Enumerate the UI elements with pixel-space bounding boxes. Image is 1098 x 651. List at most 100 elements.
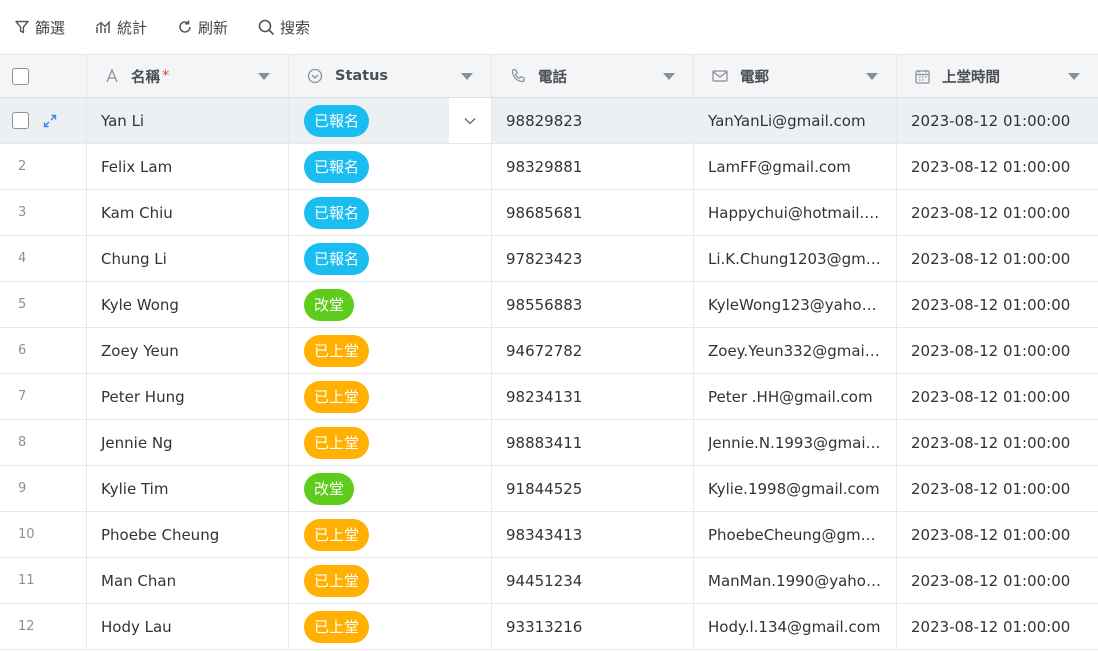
cell-status[interactable]: 已報名 [289,190,492,235]
table-row[interactable]: 5 Kyle Wong 改堂 98556883 KyleWong123@yahoo...… [0,282,1098,328]
row-select-cell[interactable]: 6 [0,328,87,373]
row-select-cell[interactable] [0,98,87,143]
cell-name[interactable]: Jennie Ng [87,420,289,465]
cell-time[interactable]: 2023-08-12 01:00:00 [897,374,1098,419]
cell-phone[interactable]: 98556883 [492,282,694,327]
cell-phone[interactable]: 98329881 [492,144,694,189]
table-row[interactable]: 4 Chung Li 已報名 97823423 Li.K.Chung1203@gmail… [0,236,1098,282]
refresh-button[interactable]: 刷新 [177,17,228,38]
table-row[interactable]: 10 Phoebe Cheung 已上堂 98343413 PhoebeCheung@g… [0,512,1098,558]
cell-status[interactable]: 改堂 [289,282,492,327]
cell-time[interactable]: 2023-08-12 01:00:00 [897,466,1098,511]
caret-down-icon[interactable] [866,73,878,80]
cell-name[interactable]: Chung Li [87,236,289,281]
cell-phone[interactable]: 94672782 [492,328,694,373]
cell-status[interactable]: 改堂 [289,466,492,511]
cell-status[interactable]: 已報名 [289,98,492,143]
cell-name[interactable]: Kyle Wong [87,282,289,327]
cell-phone[interactable]: 93313216 [492,604,694,649]
expand-record-icon[interactable] [43,114,57,128]
table-row[interactable]: 8 Jennie Ng 已上堂 98883411 Jennie.N.1993@gmail… [0,420,1098,466]
row-select-cell[interactable]: 3 [0,190,87,235]
cell-email[interactable]: Hody.l.134@gmail.com [694,604,897,649]
cell-phone[interactable]: 97823423 [492,236,694,281]
cell-phone[interactable]: 98883411 [492,420,694,465]
cell-status[interactable]: 已報名 [289,236,492,281]
row-select-cell[interactable]: 9 [0,466,87,511]
caret-down-icon[interactable] [1068,73,1080,80]
table-row[interactable]: 7 Peter Hung 已上堂 98234131 Peter .HH@gmail.co… [0,374,1098,420]
caret-down-icon[interactable] [663,73,675,80]
column-header-name[interactable]: 名稱 * [87,55,289,97]
cell-time[interactable]: 2023-08-12 01:00:00 [897,512,1098,557]
row-select-cell[interactable]: 10 [0,512,87,557]
cell-email[interactable]: KyleWong123@yahoo.... [694,282,897,327]
cell-status[interactable]: 已上堂 [289,604,492,649]
row-select-cell[interactable]: 4 [0,236,87,281]
cell-email[interactable]: LamFF@gmail.com [694,144,897,189]
stats-button[interactable]: 統計 [95,17,147,38]
cell-time[interactable]: 2023-08-12 01:00:00 [897,282,1098,327]
cell-time[interactable]: 2023-08-12 01:00:00 [897,144,1098,189]
table-row[interactable]: 9 Kylie Tim 改堂 91844525 Kylie.1998@gmail.com… [0,466,1098,512]
cell-email[interactable]: Kylie.1998@gmail.com [694,466,897,511]
row-select-cell[interactable]: 7 [0,374,87,419]
cell-email[interactable]: Happychui@hotmail.c... [694,190,897,235]
cell-email[interactable]: YanYanLi@gmail.com [694,98,897,143]
cell-time[interactable]: 2023-08-12 01:00:00 [897,558,1098,603]
search-button[interactable]: 搜索 [258,17,310,38]
table-row[interactable]: Yan Li 已報名 98829823 YanYanLi@gmail.com 2023-… [0,98,1098,144]
row-checkbox[interactable] [12,112,29,129]
cell-name[interactable]: Phoebe Cheung [87,512,289,557]
cell-name[interactable]: Kylie Tim [87,466,289,511]
cell-time[interactable]: 2023-08-12 01:00:00 [897,98,1098,143]
cell-status[interactable]: 已上堂 [289,558,492,603]
row-select-cell[interactable]: 8 [0,420,87,465]
table-row[interactable]: 3 Kam Chiu 已報名 98685681 Happychui@hotmail.c.… [0,190,1098,236]
cell-email[interactable]: Zoey.Yeun332@gmail.c... [694,328,897,373]
cell-phone[interactable]: 98234131 [492,374,694,419]
table-row[interactable]: 11 Man Chan 已上堂 94451234 ManMan.1990@yahoo..… [0,558,1098,604]
cell-time[interactable]: 2023-08-12 01:00:00 [897,236,1098,281]
cell-status[interactable]: 已上堂 [289,420,492,465]
select-all-checkbox[interactable] [12,67,29,85]
column-header-phone[interactable]: 電話 [492,55,694,97]
table-row[interactable]: 6 Zoey Yeun 已上堂 94672782 Zoey.Yeun332@gmail.… [0,328,1098,374]
cell-name[interactable]: Zoey Yeun [87,328,289,373]
cell-status[interactable]: 已上堂 [289,512,492,557]
cell-email[interactable]: PhoebeCheung@gmail... [694,512,897,557]
cell-phone[interactable]: 94451234 [492,558,694,603]
column-header-email[interactable]: 電郵 [694,55,897,97]
cell-time[interactable]: 2023-08-12 01:00:00 [897,190,1098,235]
cell-name[interactable]: Yan Li [87,98,289,143]
cell-status[interactable]: 已報名 [289,144,492,189]
cell-email[interactable]: Jennie.N.1993@gmail.c... [694,420,897,465]
cell-name[interactable]: Felix Lam [87,144,289,189]
cell-time[interactable]: 2023-08-12 01:00:00 [897,604,1098,649]
table-row[interactable]: 2 Felix Lam 已報名 98329881 LamFF@gmail.com 2023… [0,144,1098,190]
cell-phone[interactable]: 98343413 [492,512,694,557]
caret-down-icon[interactable] [461,73,473,80]
cell-phone[interactable]: 98829823 [492,98,694,143]
cell-email[interactable]: Li.K.Chung1203@gmail... [694,236,897,281]
filter-button[interactable]: 篩選 [14,17,65,38]
caret-down-icon[interactable] [258,73,270,80]
cell-status[interactable]: 已上堂 [289,328,492,373]
cell-time[interactable]: 2023-08-12 01:00:00 [897,420,1098,465]
row-select-cell[interactable]: 2 [0,144,87,189]
row-select-cell[interactable]: 5 [0,282,87,327]
column-header-time[interactable]: 上堂時間 [897,55,1098,97]
cell-name[interactable]: Man Chan [87,558,289,603]
cell-phone[interactable]: 98685681 [492,190,694,235]
column-header-status[interactable]: Status [289,55,492,97]
cell-phone[interactable]: 91844525 [492,466,694,511]
table-row[interactable]: 12 Hody Lau 已上堂 93313216 Hody.l.134@gmail.co… [0,604,1098,650]
cell-time[interactable]: 2023-08-12 01:00:00 [897,328,1098,373]
row-select-cell[interactable]: 12 [0,604,87,649]
status-dropdown-toggle[interactable] [449,98,491,143]
cell-status[interactable]: 已上堂 [289,374,492,419]
cell-name[interactable]: Peter Hung [87,374,289,419]
row-select-cell[interactable]: 11 [0,558,87,603]
cell-email[interactable]: Peter .HH@gmail.com [694,374,897,419]
cell-email[interactable]: ManMan.1990@yahoo... [694,558,897,603]
